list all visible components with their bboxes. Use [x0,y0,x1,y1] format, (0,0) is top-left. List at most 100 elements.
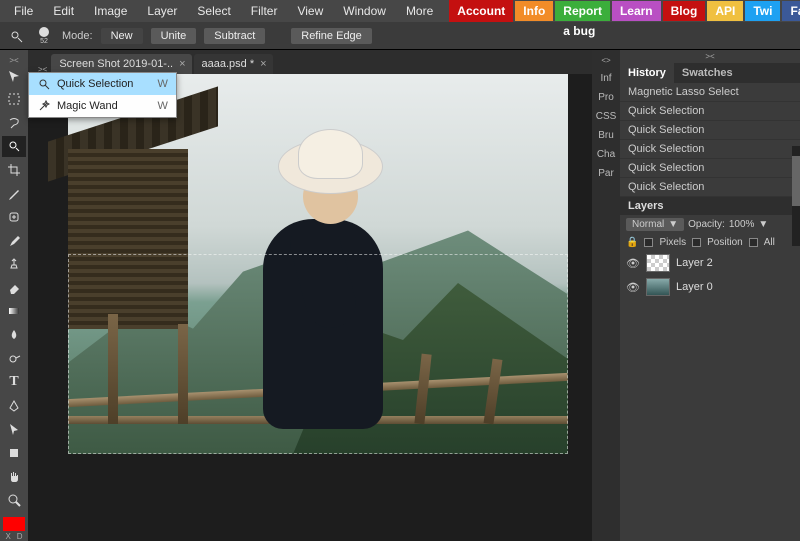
info-button[interactable]: Info [515,1,553,21]
flyout-label: Magic Wand [57,100,118,112]
expand-panels-icon[interactable]: <> [592,56,620,65]
swatches-panel-tab[interactable]: Swatches [674,63,741,83]
hand-tool[interactable] [2,466,26,488]
history-item[interactable]: Quick Selection [620,102,800,121]
crop-tool[interactable] [2,159,26,181]
selection-marquee [68,254,568,454]
layer-thumbnail[interactable] [646,254,670,272]
report-bug-button[interactable]: Report a bug [555,1,610,21]
eyedropper-tool[interactable] [2,183,26,205]
eraser-tool[interactable] [2,277,26,299]
clone-tool[interactable] [2,254,26,276]
brush-preset-icon[interactable]: 52 [34,26,54,46]
canvas-viewport[interactable] [68,74,584,533]
history-scrollbar[interactable] [792,146,800,246]
history-item[interactable]: Quick Selection [620,159,800,178]
api-button[interactable]: API [707,1,743,21]
layer-thumbnail[interactable] [646,278,670,296]
pen-tool[interactable] [2,395,26,417]
layers-panel-header[interactable]: Layers [620,197,800,215]
blur-tool[interactable] [2,324,26,346]
menu-window[interactable]: Window [333,0,396,22]
opacity-value[interactable]: 100% [729,219,755,230]
dodge-tool[interactable] [2,348,26,370]
main-area: >< T XD >< Screen Shot 2019-01-..× aaaa.… [0,50,800,541]
move-tool[interactable] [2,65,26,87]
layer-name[interactable]: Layer 0 [676,281,713,293]
flyout-magic-wand[interactable]: Magic Wand W [29,95,176,117]
quick-selection-icon [6,26,26,46]
mode-unite-button[interactable]: Unite [151,28,197,44]
type-tool[interactable]: T [2,371,26,393]
mode-new-button[interactable]: New [101,28,143,44]
shape-tool[interactable] [2,442,26,464]
menu-image[interactable]: Image [84,0,137,22]
history-item[interactable]: Quick Selection [620,140,800,159]
css-panel-tab[interactable]: CSS [592,107,620,126]
default-colors-button[interactable]: D [17,532,23,541]
tool-flyout-menu: Quick Selection W Magic Wand W [28,72,177,118]
layer-row[interactable]: 👁 Layer 2 [620,251,800,275]
lock-all-label: All [764,237,775,248]
history-list: Magnetic Lasso Select Quick Selection Qu… [620,83,800,197]
canvas-image[interactable] [68,74,568,454]
close-icon[interactable]: × [260,58,266,70]
right-panel: >< History Swatches Magnetic Lasso Selec… [620,50,800,541]
history-item[interactable]: Magnetic Lasso Select [620,83,800,102]
brush-size-value: 52 [40,38,48,45]
layer-row[interactable]: 👁 Layer 0 [620,275,800,299]
menu-layer[interactable]: Layer [137,0,187,22]
blend-mode-dropdown[interactable]: Normal▼ [626,218,684,231]
lock-pixels-checkbox[interactable] [644,238,653,247]
properties-panel-tab[interactable]: Pro [592,88,620,107]
flyout-label: Quick Selection [57,78,133,90]
facebook-button[interactable]: Facebook [782,1,800,21]
swap-colors-button[interactable]: X [5,532,10,541]
blog-button[interactable]: Blog [663,1,706,21]
quick-selection-icon [37,77,51,91]
close-icon[interactable]: × [179,58,185,70]
menu-file[interactable]: File [4,0,43,22]
rect-select-tool[interactable] [2,89,26,111]
zoom-tool[interactable] [2,489,26,511]
menu-bar: File Edit Image Layer Select Filter View… [0,0,800,22]
collapse-panel-icon[interactable]: >< [620,50,800,63]
history-item[interactable]: Quick Selection [620,178,800,197]
character-panel-tab[interactable]: Cha [592,145,620,164]
lock-position-checkbox[interactable] [692,238,701,247]
document-tab-1[interactable]: Screen Shot 2019-01-..× [51,54,191,74]
account-button[interactable]: Account [449,0,513,22]
menu-more[interactable]: More [396,0,443,22]
document-tab-2[interactable]: aaaa.psd *× [194,54,273,74]
menu-select[interactable]: Select [187,0,240,22]
heal-tool[interactable] [2,206,26,228]
learn-button[interactable]: Learn [612,1,661,21]
brush-panel-tab[interactable]: Bru [592,126,620,145]
chevron-down-icon: ▼ [668,219,678,230]
gradient-tool[interactable] [2,301,26,323]
layer-visibility-icon[interactable]: 👁 [626,281,640,294]
mode-subtract-button[interactable]: Subtract [204,28,265,44]
layer-visibility-icon[interactable]: 👁 [626,257,640,270]
history-panel-tab[interactable]: History [620,63,674,83]
lasso-tool[interactable] [2,112,26,134]
lock-all-checkbox[interactable] [749,238,758,247]
tool-bar: >< T XD [0,50,28,541]
layer-name[interactable]: Layer 2 [676,257,713,269]
paragraph-panel-tab[interactable]: Par [592,164,620,183]
menu-filter[interactable]: Filter [241,0,288,22]
twitter-button[interactable]: Twi [745,1,780,21]
flyout-shortcut: W [139,78,167,90]
foreground-color-swatch[interactable] [3,517,25,531]
menu-view[interactable]: View [287,0,333,22]
brush-tool[interactable] [2,230,26,252]
refine-edge-button[interactable]: Refine Edge [291,28,372,44]
info-panel-tab[interactable]: Inf [592,69,620,88]
lock-pixels-label: Pixels [659,237,686,248]
path-select-tool[interactable] [2,418,26,440]
chevron-down-icon[interactable]: ▼ [758,219,768,230]
flyout-quick-selection[interactable]: Quick Selection W [29,73,176,95]
menu-edit[interactable]: Edit [43,0,84,22]
history-item[interactable]: Quick Selection [620,121,800,140]
quick-selection-tool[interactable] [2,136,26,158]
